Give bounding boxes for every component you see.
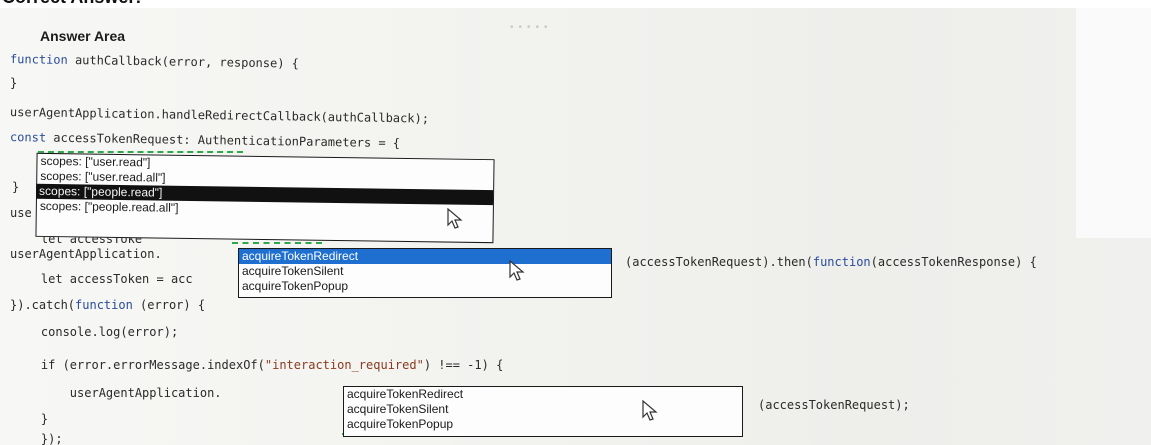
code-line-12: console.log(error); [12, 325, 179, 339]
code-line-9-right: (accessTokenRequest).then(function(acces… [625, 255, 1037, 269]
answer-marker [232, 242, 322, 244]
code-text: (error) { [132, 298, 206, 312]
mouse-pointer-icon [447, 208, 463, 229]
code-line-14: userAgentApplication. [12, 386, 222, 400]
code-text: (accessTokenRequest).then( [625, 255, 813, 269]
acquire-token-dropdown-1[interactable]: acquireTokenRedirect acquireTokenSilent … [238, 248, 612, 298]
page-title: Correct Answer: [2, 0, 141, 8]
code-string: "interaction_required" [264, 358, 424, 372]
acquire-option-selected[interactable]: acquireTokenRedirect [239, 249, 611, 264]
code-line-4: const accessTokenRequest: Authentication… [10, 130, 400, 150]
code-line-14-right: (accessTokenRequest); [758, 398, 910, 412]
code-line-1: function authCallback(error, response) { [10, 52, 299, 71]
acquire-option[interactable]: acquireTokenSilent [239, 264, 611, 279]
acquire-option[interactable]: acquireTokenRedirect [344, 387, 742, 402]
code-line-11: }).catch(function (error) { [10, 298, 205, 312]
acquire-option[interactable]: acquireTokenPopup [239, 279, 611, 294]
mouse-pointer-icon [642, 400, 658, 421]
code-keyword: function [75, 298, 133, 312]
code-line-9-left: userAgentApplication. [10, 247, 162, 261]
code-text: authCallback(error, response) { [67, 52, 300, 71]
code-text: (accessTokenResponse) { [870, 255, 1037, 269]
code-line-6: } [12, 180, 20, 194]
acquire-token-dropdown-2[interactable]: acquireTokenRedirect acquireTokenSilent … [343, 386, 743, 437]
scopes-dropdown[interactable]: scopes: ["user.read"] scopes: ["user.rea… [35, 152, 495, 244]
code-line-7: use [10, 206, 32, 220]
code-line-16: }); [12, 432, 63, 445]
mouse-pointer-icon [509, 260, 525, 281]
code-text: }).catch( [10, 298, 76, 312]
code-line-2: } [10, 76, 18, 90]
acquire-option-selected[interactable]: acquireTokenPopup [344, 417, 742, 432]
code-text: accessTokenRequest: AuthenticationParame… [46, 130, 401, 151]
code-line-10: let accessToken = acc [12, 272, 193, 286]
code-line-3: userAgentApplication.handleRedirectCallb… [9, 105, 430, 126]
code-keyword: function [9, 52, 68, 67]
code-line-15: } [12, 412, 49, 426]
answer-area-title: Answer Area [40, 28, 126, 44]
exam-photo: ••••• Answer Area function authCallback(… [0, 8, 1151, 445]
code-line-13: if (error.errorMessage.indexOf("interact… [12, 358, 503, 372]
screen-glare: ••••• [510, 22, 553, 33]
code-text: if (error.errorMessage.indexOf( [12, 358, 265, 372]
photo-edge-light [1076, 8, 1151, 238]
code-keyword: const [9, 130, 47, 145]
acquire-option[interactable]: acquireTokenSilent [344, 402, 742, 417]
code-keyword: function [812, 255, 871, 269]
code-text: ) !== -1) { [423, 358, 504, 372]
